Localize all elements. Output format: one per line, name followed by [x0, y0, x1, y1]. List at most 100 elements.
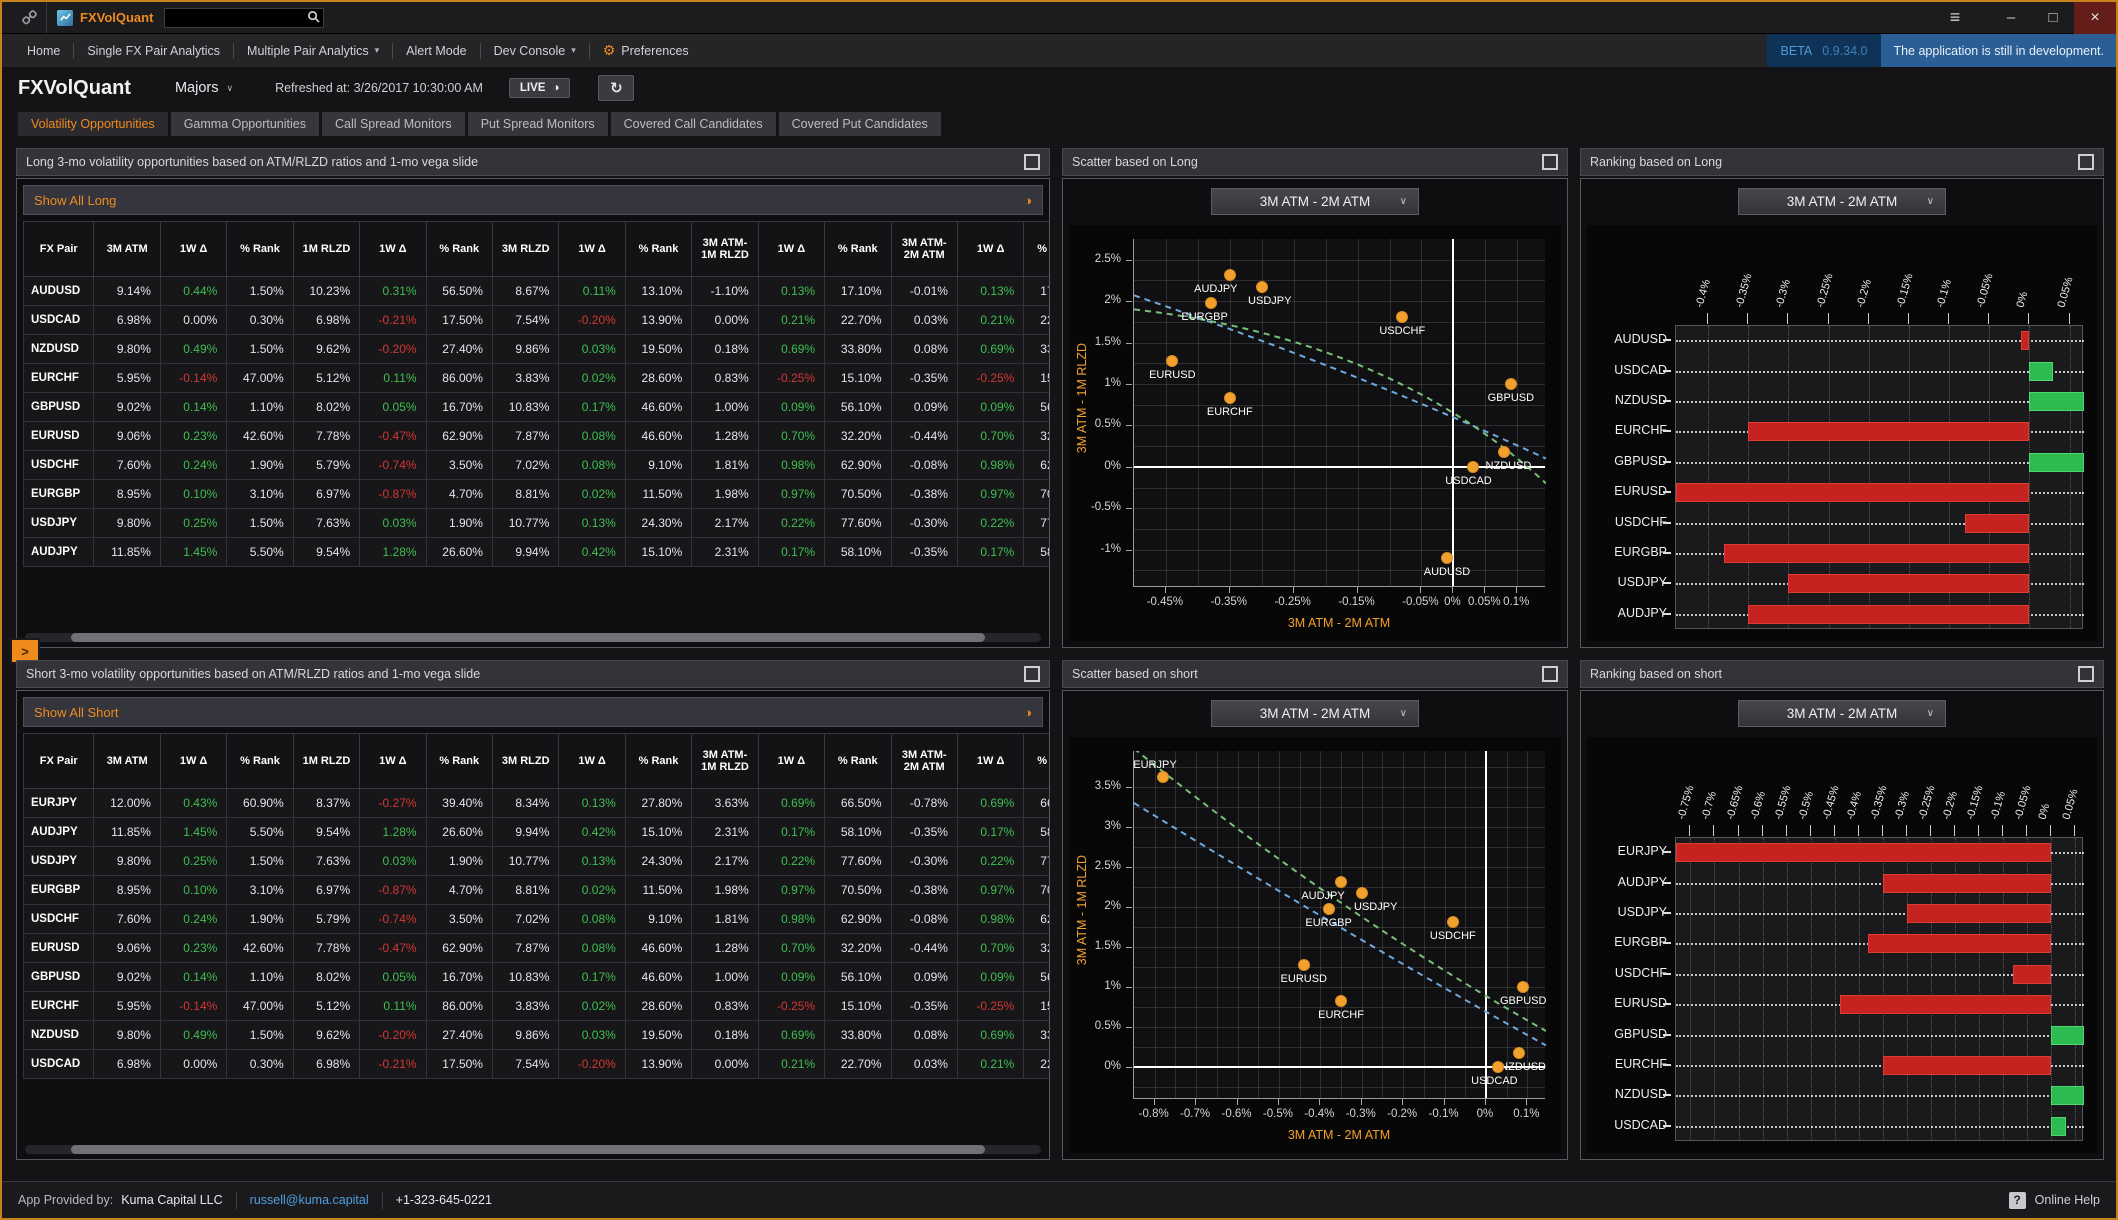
table-row[interactable]: GBPUSD 9.02% 0.14% 1.10% 8.02% 0.05% 16.70% 10.… — [22, 392, 1049, 422]
table-row[interactable]: EURCHF 5.95% -0.14% 47.00% 5.12% 0.11% 86.00% 3… — [22, 363, 1049, 393]
close-button[interactable]: × — [2074, 2, 2116, 34]
help-icon[interactable]: ? — [2008, 1191, 2026, 1209]
table-row[interactable]: USDCHF 7.60% 0.24% 1.90% 5.79% -0.74% 3.50% 7.0… — [22, 450, 1049, 480]
table-row[interactable]: EURCHF 5.95% -0.14% 47.00% 5.12% 0.11% 86.00% 3… — [22, 991, 1049, 1021]
table-row[interactable]: GBPUSD 9.02% 0.14% 1.10% 8.02% 0.05% 16.70% 10.… — [22, 962, 1049, 992]
tab-volatility-opportunities[interactable]: Volatility Opportunities — [18, 112, 168, 136]
nav-item-single-fx[interactable]: Single FX Pair Analytics — [74, 44, 233, 58]
table-row[interactable]: EURGBP 8.95% 0.10% 3.10% 6.97% -0.87% 4.70% 8.8… — [22, 875, 1049, 905]
expand-icon[interactable] — [2078, 666, 2094, 682]
nav-item-multiple-pair[interactable]: Multiple Pair Analytics ▾ — [234, 44, 392, 58]
nav-item-preferences[interactable]: ⚙ Preferences — [590, 42, 702, 59]
column-header[interactable]: 3M ATM-1M RLZD — [691, 221, 759, 277]
menu-icon[interactable]: ≡ — [1934, 2, 1976, 34]
column-header[interactable]: % Rank — [824, 221, 892, 277]
column-header[interactable]: 1W Δ — [159, 733, 228, 789]
column-header[interactable]: FX Pair — [22, 221, 95, 277]
table-row[interactable]: USDCAD 6.98% 0.00% 0.30% 6.98% -0.21% 17.50% 7.… — [22, 1049, 1049, 1079]
search-box[interactable] — [164, 7, 325, 28]
column-header[interactable]: % Rank — [226, 221, 294, 277]
column-header[interactable]: % Rank — [1023, 733, 1049, 789]
live-toggle[interactable]: LIVE ◑ — [508, 78, 571, 98]
column-header[interactable]: 3M ATM-1M RLZD — [691, 733, 759, 789]
expand-icon[interactable] — [1542, 666, 1558, 682]
tab-covered-put-candidates[interactable]: Covered Put Candidates — [778, 112, 941, 136]
nav-item-alert-mode[interactable]: Alert Mode — [393, 44, 479, 58]
column-header[interactable]: 3M RLZD — [491, 733, 560, 789]
column-header[interactable]: % Rank — [425, 733, 493, 789]
column-header[interactable]: % Rank — [624, 221, 693, 277]
table-row[interactable]: NZDUSD 9.80% 0.49% 1.50% 9.62% -0.20% 27.40% 9.… — [22, 334, 1049, 364]
table-row[interactable]: EURJPY 12.00% 0.43% 60.90% 8.37% -0.27% 39.40%… — [22, 788, 1049, 818]
table-row[interactable]: USDCHF 7.60% 0.24% 1.90% 5.79% -0.74% 3.50% 7.0… — [22, 904, 1049, 934]
column-header[interactable]: 3M ATM — [93, 733, 161, 789]
link-icon[interactable] — [12, 10, 46, 25]
column-header[interactable]: 1W Δ — [359, 221, 427, 277]
metric-dropdown[interactable]: 3M ATM - 2M ATM ∨ — [1211, 188, 1419, 215]
horizontal-scrollbar[interactable] — [25, 1145, 1041, 1154]
tab-gamma-opportunities[interactable]: Gamma Opportunities — [170, 112, 319, 136]
toggle-icon[interactable]: ◑ — [1024, 193, 1032, 208]
expand-icon[interactable] — [2078, 154, 2094, 170]
column-header[interactable]: 1W Δ — [558, 221, 626, 277]
table-row[interactable]: AUDUSD 9.14% 0.44% 1.50% 10.23% 0.31% 56.50% 8.… — [22, 276, 1049, 306]
email-link[interactable]: russell@kuma.capital — [250, 1193, 369, 1207]
column-header[interactable]: 1W Δ — [757, 221, 826, 277]
column-header[interactable]: 1M RLZD — [292, 733, 361, 789]
nav-item-home[interactable]: Home — [14, 44, 73, 58]
show-all-short-bar[interactable]: Show All Short ◑ — [23, 697, 1043, 727]
column-header[interactable]: 1W Δ — [159, 221, 228, 277]
search-input[interactable] — [164, 7, 325, 28]
column-header[interactable]: % Rank — [624, 733, 693, 789]
table-row[interactable]: EURUSD 9.06% 0.23% 42.60% 7.78% -0.47% 62.90% 7… — [22, 421, 1049, 451]
search-icon[interactable] — [307, 10, 321, 28]
table-row[interactable]: AUDJPY 11.85% 1.45% 5.50% 9.54% 1.28% 26.60% 9.… — [22, 817, 1049, 847]
column-header[interactable]: % Rank — [226, 733, 294, 789]
column-header[interactable]: % Rank — [425, 221, 493, 277]
expand-icon[interactable] — [1024, 154, 1040, 170]
column-header[interactable]: 1W Δ — [757, 733, 826, 789]
column-header[interactable]: % Rank — [1023, 221, 1049, 277]
category-label: AUDJPY — [1617, 874, 1667, 889]
column-header[interactable]: % Rank — [824, 733, 892, 789]
metric-dropdown[interactable]: 3M ATM - 2M ATM ∨ — [1738, 188, 1946, 215]
table-row[interactable]: USDCAD 6.98% 0.00% 0.30% 6.98% -0.21% 17.50% 7.… — [22, 305, 1049, 335]
column-header[interactable]: 1W Δ — [359, 733, 427, 789]
column-header[interactable]: FX Pair — [22, 733, 95, 789]
x-axis-label: 3M ATM - 2M ATM — [1287, 616, 1391, 630]
table-row[interactable]: AUDJPY 11.85% 1.45% 5.50% 9.54% 1.28% 26.60% 9.… — [22, 537, 1049, 567]
metric-dropdown[interactable]: 3M ATM - 2M ATM ∨ — [1211, 700, 1419, 727]
maximize-button[interactable]: □ — [2032, 2, 2074, 34]
universe-dropdown[interactable]: Majors ∨ — [175, 80, 233, 96]
value-cell: 0.00% — [691, 1049, 759, 1079]
column-header[interactable]: 3M ATM — [93, 221, 161, 277]
column-header[interactable]: 3M RLZD — [491, 221, 560, 277]
scrollbar-thumb[interactable] — [70, 1145, 986, 1154]
table-row[interactable]: NZDUSD 9.80% 0.49% 1.50% 9.62% -0.20% 27.40% 9.… — [22, 1020, 1049, 1050]
refresh-button[interactable]: ↻ — [598, 75, 635, 101]
tab-covered-call-candidates[interactable]: Covered Call Candidates — [610, 112, 776, 136]
column-header[interactable]: 3M ATM-2M ATM — [890, 733, 958, 789]
minimize-button[interactable]: – — [1990, 2, 2032, 34]
tab-call-spread-monitors[interactable]: Call Spread Monitors — [321, 112, 465, 136]
metric-dropdown[interactable]: 3M ATM - 2M ATM ∨ — [1738, 700, 1946, 727]
online-help-link[interactable]: Online Help — [2035, 1193, 2100, 1207]
toggle-icon[interactable]: ◑ — [1024, 705, 1032, 720]
scrollbar-thumb[interactable] — [70, 633, 986, 642]
horizontal-scrollbar[interactable] — [25, 633, 1041, 642]
table-row[interactable]: EURUSD 9.06% 0.23% 42.60% 7.78% -0.47% 62.90% 7… — [22, 933, 1049, 963]
tab-put-spread-monitors[interactable]: Put Spread Monitors — [467, 112, 608, 136]
panel-body: 3M ATM - 2M ATM ∨ AUDJPY USDJPY EURGBP USDCH… — [1062, 178, 1568, 648]
table-row[interactable]: USDJPY 9.80% 0.25% 1.50% 7.63% 0.03% 1.90% 10.7… — [22, 846, 1049, 876]
table-row[interactable]: USDJPY 9.80% 0.25% 1.50% 7.63% 0.03% 1.90% 10.7… — [22, 508, 1049, 538]
show-all-long-bar[interactable]: Show All Long ◑ — [23, 185, 1043, 215]
column-header[interactable]: 1W Δ — [956, 733, 1025, 789]
expand-icon[interactable] — [1542, 154, 1558, 170]
nav-item-dev-console[interactable]: Dev Console ▾ — [481, 44, 589, 58]
column-header[interactable]: 1M RLZD — [292, 221, 361, 277]
column-header[interactable]: 3M ATM-2M ATM — [890, 221, 958, 277]
column-header[interactable]: 1W Δ — [956, 221, 1025, 277]
expand-icon[interactable] — [1024, 666, 1040, 682]
table-row[interactable]: EURGBP 8.95% 0.10% 3.10% 6.97% -0.87% 4.70% 8.8… — [22, 479, 1049, 509]
column-header[interactable]: 1W Δ — [558, 733, 626, 789]
